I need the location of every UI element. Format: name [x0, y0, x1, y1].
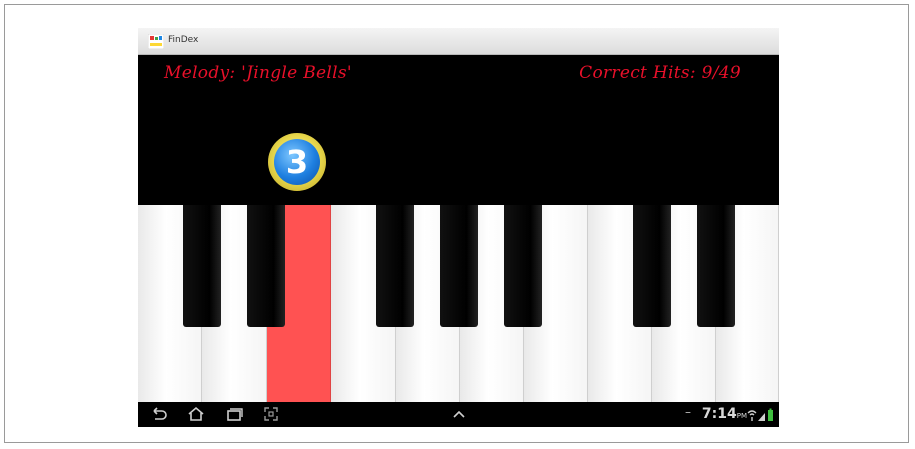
signal-icon	[758, 413, 765, 421]
game-area: Melody: 'Jingle Bells' Correct Hits: 9/4…	[138, 55, 779, 205]
chevron-up-icon[interactable]	[450, 405, 468, 423]
screenshot-icon[interactable]	[262, 405, 280, 423]
finger-number: 3	[274, 139, 320, 185]
status-time-value: 7:14	[701, 406, 737, 422]
black-key[interactable]	[376, 205, 414, 327]
status-time: 7:14PM	[702, 406, 747, 422]
correct-hits-label: Correct Hits: 9/49	[579, 63, 741, 83]
system-nav-bar: – 7:14PM	[138, 402, 779, 427]
app-titlebar: FinDex	[138, 28, 779, 55]
black-key[interactable]	[504, 205, 542, 327]
battery-icon	[768, 408, 773, 421]
recent-apps-icon[interactable]	[224, 405, 244, 423]
piano-keyboard	[138, 205, 779, 402]
back-icon[interactable]	[150, 405, 168, 423]
black-key[interactable]	[183, 205, 221, 327]
app-name: FinDex	[168, 35, 199, 45]
wifi-icon	[747, 410, 757, 421]
status-dash: –	[685, 405, 691, 419]
melody-label: Melody: 'Jingle Bells'	[164, 63, 352, 83]
status-ampm: PM	[736, 412, 747, 420]
black-key[interactable]	[440, 205, 478, 327]
black-key[interactable]	[697, 205, 735, 327]
black-key[interactable]	[633, 205, 671, 327]
tablet-screen: FinDex Melody: 'Jingle Bells' Correct Hi…	[138, 28, 779, 427]
finger-number-badge: 3	[268, 133, 326, 191]
app-logo-icon	[148, 34, 164, 49]
status-icons	[747, 408, 773, 421]
home-icon[interactable]	[186, 405, 206, 423]
black-key[interactable]	[247, 205, 285, 327]
